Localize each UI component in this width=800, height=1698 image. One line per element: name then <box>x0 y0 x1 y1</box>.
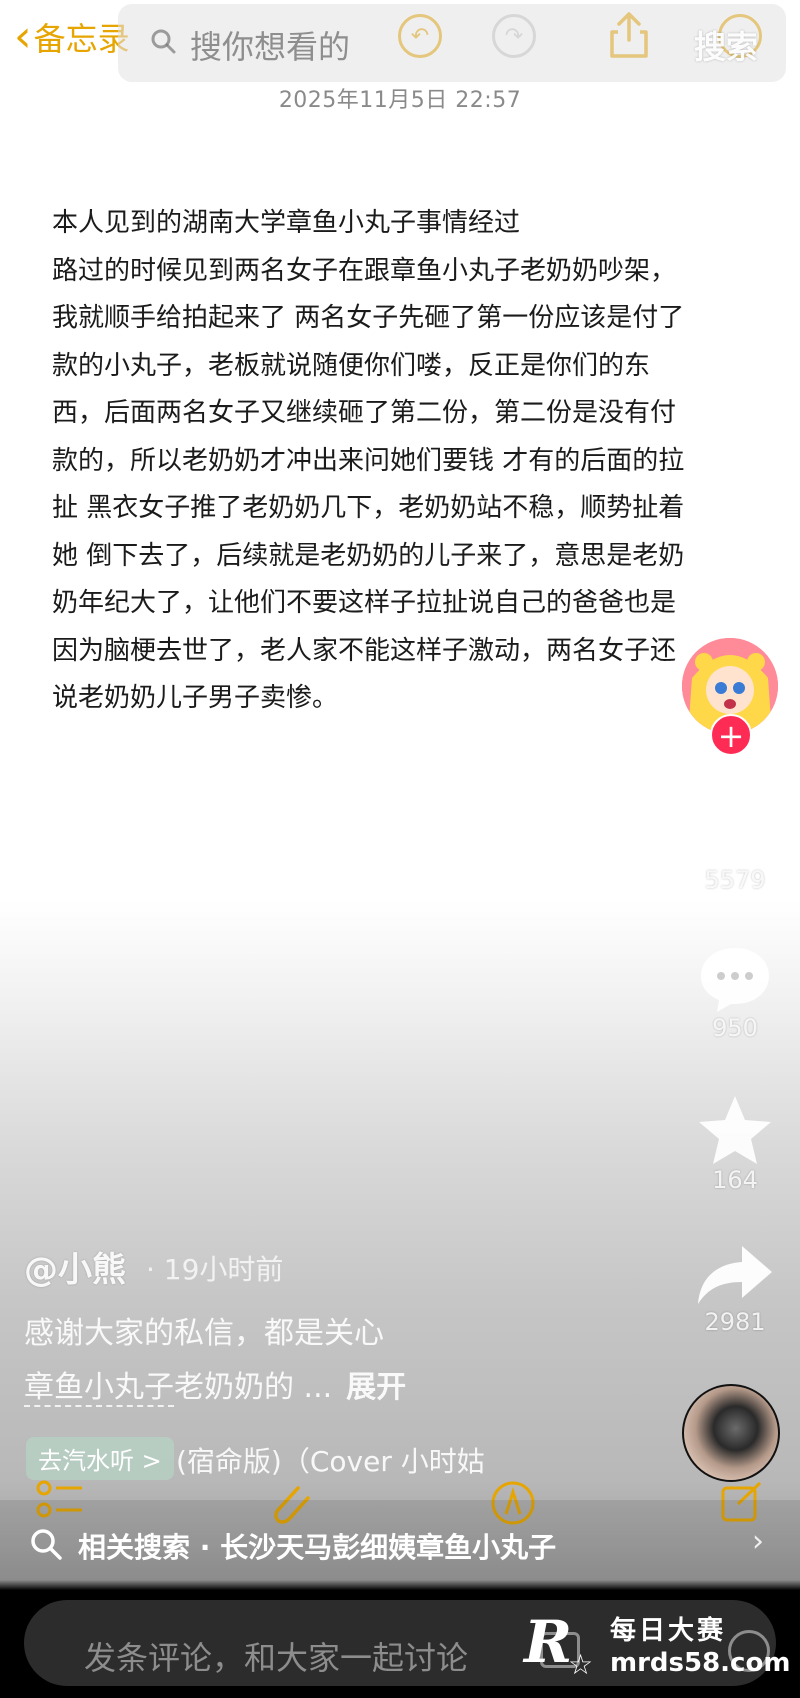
music-disc[interactable] <box>682 1384 780 1482</box>
note-date: 2025年11月5日 22:57 <box>278 88 522 113</box>
comment-button[interactable]: 950 <box>690 944 780 1042</box>
watermark-star-icon: ☆ <box>568 1648 594 1681</box>
notes-back-button: ‹ 备忘录 <box>14 14 130 60</box>
notes-back-label: 备忘录 <box>33 20 130 58</box>
heart-icon <box>699 800 771 862</box>
expand-button[interactable]: 展开 <box>346 1370 406 1405</box>
note-line: 奶年纪大了，让他们不要这样子拉扯说自己的爸爸也是 <box>52 588 677 618</box>
share-count: 2981 <box>704 1308 766 1336</box>
hashtag-link[interactable]: 章鱼小丸子 <box>24 1370 174 1407</box>
favorite-count: 164 <box>712 1166 758 1194</box>
share-button[interactable]: 2981 <box>690 1244 780 1336</box>
comment-count: 950 <box>712 1014 758 1042</box>
like-button[interactable]: 5579 <box>690 798 780 894</box>
watermark-letter: R <box>524 1608 573 1676</box>
note-body: 本人见到的湖南大学章鱼小丸子事情经过 路过的时候见到两名女子在跟章鱼小丸子老奶奶… <box>52 200 752 723</box>
music-title[interactable]: (宿命版)（Cover 小时姑 <box>176 1440 485 1480</box>
post-time: · 19小时前 <box>146 1253 284 1286</box>
comment-placeholder: 发条评论，和大家一起讨论 <box>84 1639 469 1677</box>
note-line: 说老奶奶儿子男子卖惨。 <box>52 683 339 713</box>
caption-text: 感谢大家的私信，都是关心 <box>24 1316 384 1351</box>
open-in-music-app-chip[interactable]: 去汽水听 > <box>26 1437 174 1480</box>
like-count: 5579 <box>704 866 766 894</box>
watermark: R ☆ 每日大赛 mrds58.com <box>524 1608 794 1690</box>
note-line: 路过的时候见到两名女子在跟章鱼小丸子老奶奶吵架， <box>52 255 677 286</box>
caption-rest: 老奶奶的 ... <box>174 1370 333 1405</box>
note-line: 本人见到的湖南大学章鱼小丸子事情经过 <box>52 208 521 238</box>
magnifier-icon <box>31 1529 62 1560</box>
comment-icon <box>701 948 769 1012</box>
watermark-domain: mrds58.com <box>610 1648 791 1678</box>
search-button[interactable]: 搜索 <box>694 22 758 68</box>
related-search-text: 相关搜索 · 长沙天马彭细姨章鱼小丸子 <box>78 1531 557 1564</box>
note-line: 西，后面两名女子又继续砸了第二份，第二份是没有付 <box>52 398 677 428</box>
forward-share-icon <box>698 1246 772 1304</box>
chevron-left-icon: ‹ <box>14 11 32 62</box>
note-line: 我就顺手给拍起来了 两名女子先砸了第一份应该是付了 <box>52 303 685 333</box>
search-icon <box>151 29 176 54</box>
search-input[interactable]: 搜你想看的 <box>190 22 350 68</box>
follow-button[interactable]: + <box>710 714 752 756</box>
video-screen[interactable]: ‹ 备忘录 ↶ ↷ 搜你想看的 搜索 2025年11月5日 22:57 本人见到… <box>0 0 800 1698</box>
note-line: 扯 黑衣女子推了老奶奶几下，老奶奶站不稳，顺势扯着 <box>52 493 685 523</box>
note-line: 因为脑梗去世了，老人家不能这样子激动，两名女子还 <box>52 635 677 666</box>
watermark-name: 每日大赛 <box>610 1616 727 1646</box>
note-line: 款的，所以老奶奶才冲出来问她们要钱 才有的后面的拉 <box>52 445 685 476</box>
note-line: 她 倒下去了，后续就是老奶奶的儿子来了，意思是老奶 <box>52 540 685 571</box>
star-icon <box>699 1096 771 1164</box>
author-name[interactable]: @小熊 <box>24 1242 126 1291</box>
favorite-button[interactable]: 164 <box>690 1094 780 1194</box>
related-search-bar[interactable]: 相关搜索 · 长沙天马彭细姨章鱼小丸子 › <box>0 1500 800 1590</box>
caption-line: 章鱼小丸子老奶奶的 ... 展开 <box>24 1362 406 1407</box>
note-line: 款的小丸子，老板就说随便你们喽，反正是你们的东 <box>52 350 651 381</box>
chevron-right-icon: › <box>752 1524 764 1559</box>
